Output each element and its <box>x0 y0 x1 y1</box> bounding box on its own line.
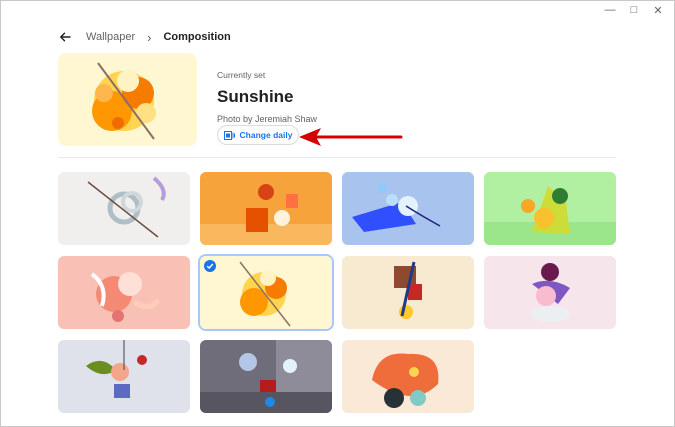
change-daily-label: Change daily <box>239 130 293 140</box>
wallpaper-tile[interactable] <box>484 256 616 329</box>
wallpaper-title: Sunshine <box>217 87 294 106</box>
photo-credit: Photo by Jeremiah Shaw <box>217 114 318 124</box>
wallpaper-tile[interactable] <box>342 340 474 413</box>
current-wallpaper-preview <box>58 53 197 146</box>
wallpaper-tile[interactable] <box>342 172 474 245</box>
change-daily-button[interactable]: Change daily <box>217 125 299 145</box>
arrow-left-icon <box>59 32 71 42</box>
current-wallpaper-info: Currently set Sunshine Photo by Jeremiah… <box>217 70 317 124</box>
chevron-right-icon: › <box>147 29 152 45</box>
shuffle-gallery-icon <box>223 130 235 140</box>
wallpaper-grid <box>58 172 616 413</box>
back-button[interactable] <box>56 28 74 46</box>
wallpaper-app-window: — □ ✕ Wallpaper › Composition Currently … <box>0 0 675 427</box>
currently-set-label: Currently set <box>217 70 266 80</box>
section-divider <box>58 157 616 158</box>
maximize-icon[interactable]: □ <box>624 3 644 17</box>
wallpaper-tile[interactable] <box>342 256 474 329</box>
wallpaper-tile[interactable] <box>484 172 616 245</box>
breadcrumb: Wallpaper › Composition <box>56 28 231 46</box>
wallpaper-tile-selected[interactable] <box>200 256 332 329</box>
minimize-icon[interactable]: — <box>600 3 620 17</box>
breadcrumb-composition: Composition <box>163 31 231 43</box>
wallpaper-tile[interactable] <box>58 256 190 329</box>
annotation-arrow <box>297 124 405 155</box>
selected-check-icon <box>204 260 216 272</box>
wallpaper-tile[interactable] <box>58 340 190 413</box>
wallpaper-tile[interactable] <box>58 172 190 245</box>
wallpaper-tile[interactable] <box>200 172 332 245</box>
breadcrumb-wallpaper[interactable]: Wallpaper <box>86 31 135 43</box>
window-controls: — □ ✕ <box>600 3 668 17</box>
close-icon[interactable]: ✕ <box>648 3 668 17</box>
wallpaper-tile[interactable] <box>200 340 332 413</box>
